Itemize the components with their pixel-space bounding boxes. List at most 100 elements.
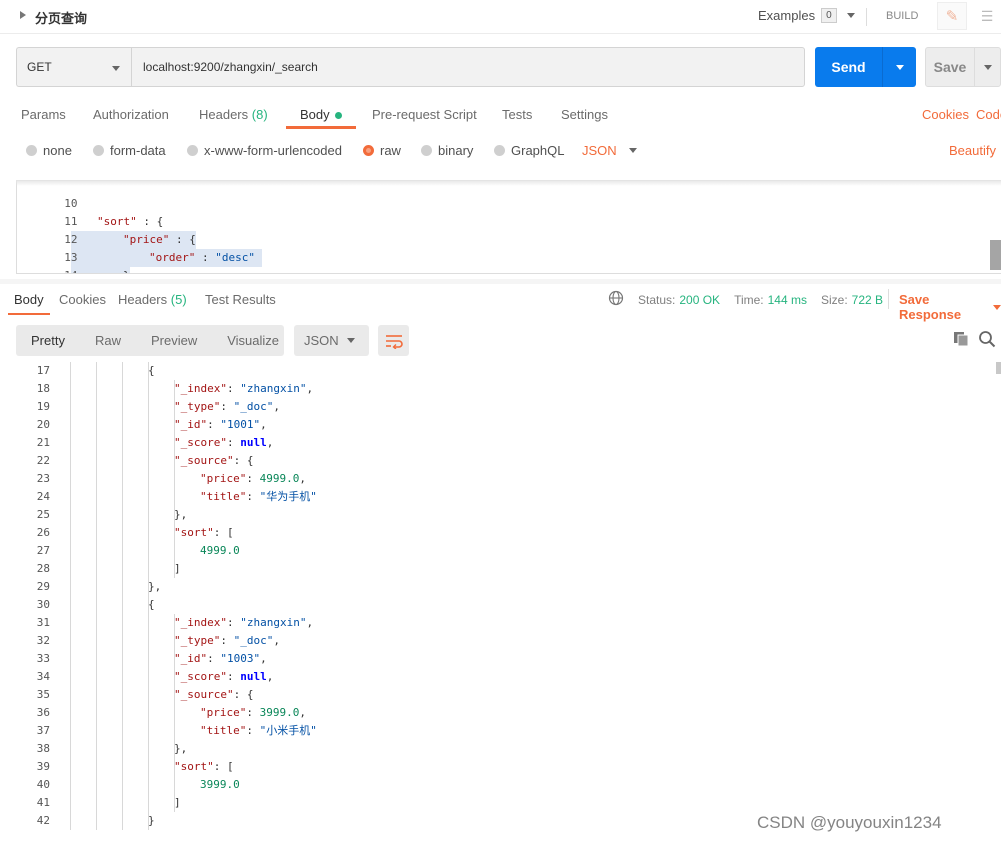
- edit-button[interactable]: ✎: [937, 2, 967, 30]
- status-value[interactable]: 200 OK: [679, 293, 720, 307]
- code-link[interactable]: Code: [976, 107, 1001, 122]
- line-number: 32: [36, 634, 50, 647]
- tab-response-cookies[interactable]: Cookies: [59, 292, 106, 307]
- response-meta: Status: 200 OK Time: 144 ms Size: 722 B: [638, 293, 883, 307]
- tab-pre-request-script[interactable]: Pre-request Script: [372, 107, 477, 122]
- copy-icon[interactable]: [953, 331, 969, 347]
- radio-icon: [93, 145, 104, 156]
- tab-body[interactable]: Body: [300, 107, 342, 122]
- code-line: 25},: [16, 506, 996, 524]
- response-format-dropdown[interactable]: JSON: [294, 325, 369, 356]
- tab-response-body[interactable]: Body: [14, 292, 44, 307]
- collapse-caret-icon[interactable]: [20, 11, 26, 19]
- url-input[interactable]: localhost:9200/zhangxin/_search: [131, 47, 805, 87]
- indent-guide: [174, 488, 175, 506]
- response-body-viewer[interactable]: 17 {18 "_index": "zhangxin", 19 "_type": "_d…: [16, 362, 1001, 843]
- line-number: 31: [36, 616, 50, 629]
- code-text: "_source": {: [174, 454, 254, 467]
- raw-format-value: JSON: [582, 143, 617, 158]
- line-number: 26: [36, 526, 50, 539]
- size-info: Size: 722 B: [821, 293, 883, 307]
- radio-icon: [494, 145, 505, 156]
- active-tab-indicator: [286, 126, 356, 129]
- build-label[interactable]: BUILD: [886, 10, 918, 22]
- documentation-button[interactable]: ☰: [975, 4, 999, 28]
- time-value[interactable]: 144 ms: [768, 293, 807, 307]
- tab-headers[interactable]: Headers (8): [199, 107, 268, 122]
- tab-headers-label: Headers: [199, 107, 249, 122]
- tab-authorization[interactable]: Authorization: [93, 107, 169, 122]
- cookies-link[interactable]: Cookies: [922, 107, 969, 122]
- code-text: "title": "华为手机": [200, 490, 317, 503]
- tab-test-results[interactable]: Test Results: [205, 292, 276, 307]
- radio-graphql[interactable]: GraphQL: [494, 143, 564, 158]
- view-visualize-button[interactable]: Visualize: [212, 333, 294, 348]
- tab-params[interactable]: Params: [21, 107, 66, 122]
- indent-guide: [174, 722, 175, 740]
- view-preview-button[interactable]: Preview: [136, 333, 212, 348]
- indent-guide: [96, 686, 97, 704]
- json-key: "_id": [174, 652, 208, 665]
- indent-guide: [96, 668, 97, 686]
- radio-raw[interactable]: raw: [363, 143, 401, 158]
- code-line: 27 4999.0: [16, 542, 996, 560]
- response-scrollbar[interactable]: [996, 362, 1001, 374]
- indent-guide: [70, 632, 71, 650]
- json-string: "1001": [220, 418, 261, 431]
- indent-guide: [70, 452, 71, 470]
- indent-guide: [148, 686, 149, 704]
- tab-response-headers[interactable]: Headers (5): [118, 292, 187, 307]
- chevron-down-icon: [983, 64, 992, 70]
- search-icon[interactable]: [978, 330, 996, 348]
- indent-guide: [96, 542, 97, 560]
- json-key: "title": [200, 490, 247, 503]
- indent-guide: [148, 380, 149, 398]
- tab-headers-count: (8): [251, 107, 268, 122]
- json-key: "_type": [174, 400, 221, 413]
- examples-dropdown[interactable]: Examples 0: [758, 8, 855, 23]
- indent-guide: [70, 740, 71, 758]
- time-info: Time: 144 ms: [734, 293, 807, 307]
- radio-icon: [187, 145, 198, 156]
- save-response-button[interactable]: Save Response: [899, 292, 1001, 322]
- line-number: 23: [36, 472, 50, 485]
- radio-none[interactable]: none: [26, 143, 72, 158]
- view-pretty-button[interactable]: Pretty: [16, 333, 80, 348]
- method-select[interactable]: GET: [16, 47, 132, 87]
- indent-guide: [148, 794, 149, 812]
- size-value[interactable]: 722 B: [852, 293, 883, 307]
- radio-urlencoded[interactable]: x-www-form-urlencoded: [187, 143, 342, 158]
- code-line: 29},: [16, 578, 996, 596]
- radio-urlencoded-label: x-www-form-urlencoded: [204, 143, 342, 158]
- tab-tests[interactable]: Tests: [502, 107, 532, 122]
- json-key: "sort": [174, 760, 214, 773]
- radio-binary[interactable]: binary: [421, 143, 473, 158]
- globe-icon[interactable]: [608, 290, 624, 306]
- indent-guide: [122, 416, 123, 434]
- json-key: "_id": [174, 418, 208, 431]
- save-button[interactable]: Save: [925, 47, 1001, 87]
- indent-guide: [148, 560, 149, 578]
- title-bar: 分页查询 Examples 0 BUILD ✎ ☰: [0, 0, 1001, 34]
- send-options-button[interactable]: [883, 64, 916, 70]
- json-key: "_source": [174, 688, 234, 701]
- beautify-link[interactable]: Beautify: [949, 143, 996, 158]
- indent-guide: [148, 722, 149, 740]
- view-raw-button[interactable]: Raw: [80, 333, 136, 348]
- request-body-editor[interactable]: 10 "sort" : { 11 "price" : { 12 "order" …: [16, 180, 1001, 274]
- raw-format-dropdown[interactable]: JSON: [582, 143, 637, 158]
- wrap-lines-button[interactable]: [378, 325, 409, 356]
- send-button[interactable]: Send: [815, 47, 916, 87]
- indent-guide: [96, 596, 97, 614]
- request-title[interactable]: 分页查询: [35, 8, 87, 27]
- radio-form-data[interactable]: form-data: [93, 143, 166, 158]
- examples-count-badge: 0: [821, 8, 837, 23]
- indent-guide: [96, 470, 97, 488]
- indent-guide: [174, 542, 175, 560]
- editor-scrollbar[interactable]: [990, 240, 1001, 270]
- tab-settings[interactable]: Settings: [561, 107, 608, 122]
- save-options-button[interactable]: [975, 64, 1000, 70]
- pane-resizer[interactable]: [0, 279, 1001, 284]
- indent-guide: [70, 506, 71, 524]
- indent-guide: [148, 506, 149, 524]
